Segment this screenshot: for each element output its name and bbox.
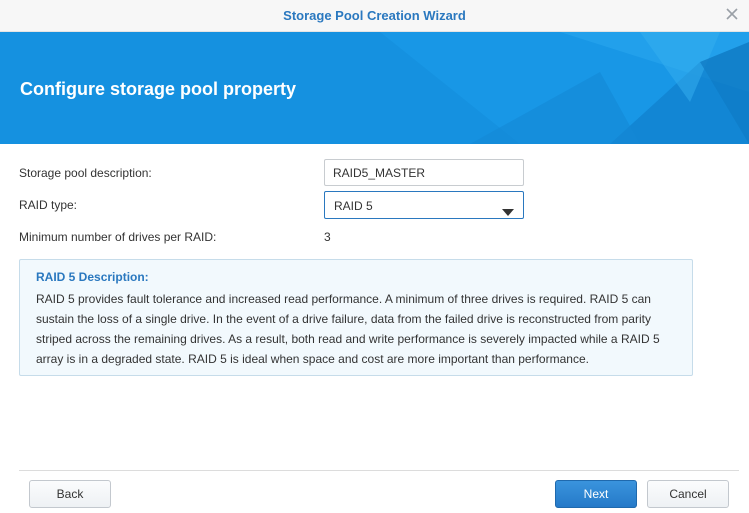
min-drives-value: 3: [324, 230, 331, 244]
raid-type-select[interactable]: RAID 5: [324, 191, 524, 219]
window-titlebar: Storage Pool Creation Wizard: [0, 0, 749, 32]
header-banner: Configure storage pool property: [0, 32, 749, 144]
footer-divider: [19, 470, 739, 471]
raid-description-text: RAID 5 provides fault tolerance and incr…: [36, 292, 660, 366]
description-input[interactable]: [324, 159, 524, 186]
cancel-button[interactable]: Cancel: [647, 480, 729, 508]
window-title: Storage Pool Creation Wizard: [283, 8, 466, 23]
raid-description-title: RAID 5 Description:: [36, 270, 149, 284]
close-icon[interactable]: [723, 5, 741, 23]
next-button[interactable]: Next: [555, 480, 637, 508]
raid-type-label: RAID type:: [19, 198, 78, 212]
chevron-down-icon: [502, 203, 514, 216]
description-label: Storage pool description:: [19, 166, 152, 180]
raid-description-box: RAID 5 Description: RAID 5 provides faul…: [19, 259, 693, 376]
back-button[interactable]: Back: [29, 480, 111, 508]
min-drives-label: Minimum number of drives per RAID:: [19, 230, 217, 244]
page-title: Configure storage pool property: [20, 79, 297, 99]
raid-type-value: RAID 5: [334, 199, 373, 213]
